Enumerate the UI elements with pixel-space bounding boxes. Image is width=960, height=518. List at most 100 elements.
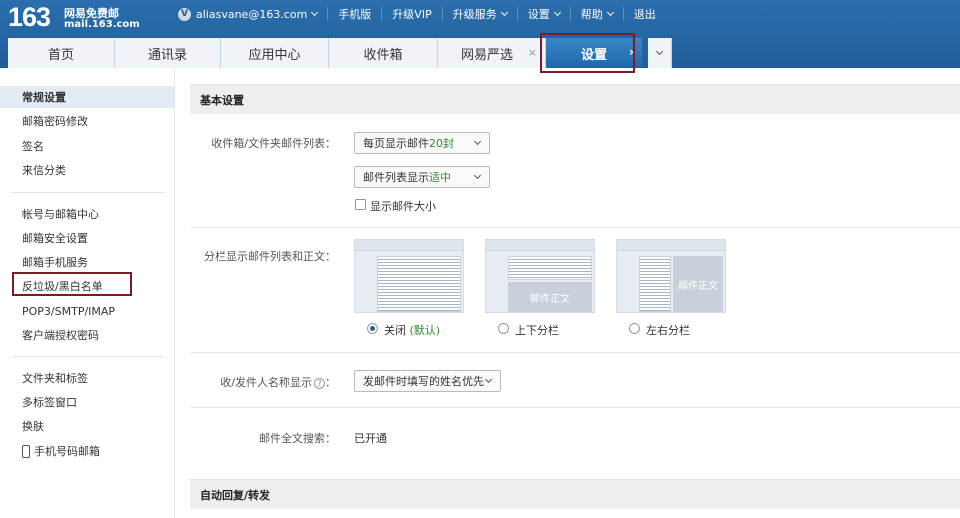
split-left-right-radio[interactable]: [629, 323, 640, 334]
thumb-mail-list: [639, 256, 671, 312]
sidebar-item-mail-filter[interactable]: 来信分类: [0, 159, 174, 181]
logo-domain: mail.163.com: [64, 19, 140, 30]
divider: [12, 192, 164, 193]
sender-name-label: 收/发件人名称显示?：: [176, 374, 336, 390]
tab-contacts[interactable]: 通讯录: [115, 38, 221, 68]
sidebar-item-account-center[interactable]: 帐号与邮箱中心: [0, 203, 174, 225]
thumb-mail-body: 邮件正文: [508, 282, 592, 312]
sidebar-item-label: 换肤: [22, 420, 44, 433]
section-basic-settings: 基本设置: [190, 84, 960, 114]
sidebar-item-password[interactable]: 邮箱密码修改: [0, 110, 174, 132]
sidebar-item-general[interactable]: 常规设置: [0, 86, 174, 108]
chevron-down-icon: [311, 8, 319, 17]
sidebar-item-skin[interactable]: 换肤: [0, 415, 174, 437]
divider: [190, 227, 960, 228]
nav-mobile-label: 手机版: [338, 8, 372, 21]
chevron-down-icon: [473, 137, 482, 146]
sidebar-item-label: 客户端授权密码: [22, 329, 99, 342]
nav-logout-label: 退出: [633, 8, 656, 21]
fulltext-search-label: 邮件全文搜索：: [259, 432, 336, 445]
split-off-text: 关闭: [384, 324, 406, 337]
tab-app-center-label: 应用中心: [248, 47, 301, 63]
sender-name-select[interactable]: 发邮件时填写的姓名优先: [354, 370, 501, 392]
nav-upgrade-vip[interactable]: 升级VIP: [381, 7, 441, 21]
layout-thumb-off[interactable]: [354, 239, 464, 313]
label-colon: ：: [325, 376, 336, 389]
fulltext-search-status: 已开通: [354, 432, 387, 445]
split-off-label: 关闭 (默认): [384, 322, 440, 338]
user-menu[interactable]: V aliasvane@163.com: [178, 7, 327, 21]
sidebar-item-security[interactable]: 邮箱安全设置: [0, 227, 174, 249]
per-page-select[interactable]: 每页显示邮件 20封: [354, 132, 490, 154]
nav-logout[interactable]: 退出: [622, 7, 666, 21]
split-left-right-label: 左右分栏: [646, 324, 690, 337]
tab-yanxuan-label: 网易严选: [461, 47, 514, 63]
thumb-mail-body: 邮件正文: [673, 256, 723, 312]
sidebar-item-client-auth-password[interactable]: 客户端授权密码: [0, 324, 174, 346]
sidebar-item-label: 帐号与邮箱中心: [22, 208, 99, 221]
sidebar-item-label: 手机号码邮箱: [34, 445, 100, 458]
tab-home-label: 首页: [47, 47, 74, 63]
sidebar-item-label: 邮箱密码修改: [22, 115, 88, 128]
sidebar-item-phone-mailbox[interactable]: 手机号码邮箱: [0, 440, 174, 462]
split-top-bottom-label: 上下分栏: [515, 324, 559, 337]
sidebar-item-mobile-service[interactable]: 邮箱手机服务: [0, 251, 174, 273]
phone-icon: [22, 444, 30, 458]
layout-thumb-left-right[interactable]: 邮件正文: [616, 239, 726, 313]
settings-main: 基本设置 收件箱/文件夹邮件列表： 每页显示邮件 20封 邮件列表显示 适中 显示邮…: [176, 68, 960, 518]
list-density-select[interactable]: 邮件列表显示 适中: [354, 166, 490, 188]
sidebar-item-label: 文件夹和标签: [22, 372, 88, 385]
sidebar-item-signature[interactable]: 签名: [0, 135, 174, 157]
chevron-down-icon: [473, 171, 482, 180]
tab-more-button[interactable]: [648, 38, 672, 68]
help-icon[interactable]: ?: [314, 377, 325, 389]
nav-mobile[interactable]: 手机版: [327, 7, 381, 21]
tab-yanxuan[interactable]: 网易严选 ×: [438, 38, 546, 68]
sidebar-item-label: POP3/SMTP/IMAP: [22, 304, 116, 318]
tab-app-center[interactable]: 应用中心: [221, 38, 329, 68]
section-title: 自动回复/转发: [200, 488, 271, 502]
list-density-value: 适中: [429, 171, 451, 184]
thumb-body-text: 邮件正文: [678, 280, 718, 292]
sidebar-item-folders-labels[interactable]: 文件夹和标签: [0, 367, 174, 389]
app-header: 163 网易免费邮 mail.163.com V aliasvane@163.c…: [0, 0, 960, 68]
sidebar-item-label: 常规设置: [22, 91, 66, 104]
section-title: 基本设置: [200, 93, 244, 107]
chevron-down-icon: [500, 8, 508, 17]
list-density-prefix: 邮件列表显示: [363, 171, 429, 184]
nav-help[interactable]: 帮助: [569, 7, 623, 21]
top-nav: V aliasvane@163.com 手机版 升级VIP 升级服务 设置 帮助…: [178, 6, 666, 22]
highlight-box: [12, 272, 132, 296]
split-off-radio[interactable]: [367, 323, 378, 334]
layout-thumb-top-bottom[interactable]: 邮件正文: [485, 239, 595, 313]
nav-upgrade-vip-label: 升级VIP: [392, 8, 432, 21]
sidebar-item-multi-tab[interactable]: 多标签窗口: [0, 391, 174, 413]
thumb-toolbar: [486, 240, 594, 251]
thumb-toolbar: [617, 240, 725, 251]
sidebar-item-label: 多标签窗口: [22, 396, 77, 409]
user-email: aliasvane@163.com: [196, 7, 308, 21]
sidebar-item-pop3-smtp-imap[interactable]: POP3/SMTP/IMAP: [0, 300, 174, 322]
nav-upgrade-service-label: 升级服务: [452, 8, 497, 21]
divider: [12, 356, 164, 357]
sidebar-item-label: 邮箱安全设置: [22, 232, 88, 245]
chevron-down-icon: [655, 47, 664, 56]
tab-inbox[interactable]: 收件箱: [329, 38, 438, 68]
show-size-checkbox[interactable]: [355, 199, 366, 210]
nav-settings[interactable]: 设置: [516, 7, 570, 21]
thumb-mail-list: [377, 256, 461, 312]
divider: [190, 407, 960, 408]
chevron-down-icon: [606, 8, 614, 17]
close-icon[interactable]: ×: [528, 46, 537, 59]
nav-upgrade-service[interactable]: 升级服务: [441, 7, 517, 21]
logo-number: 163: [8, 2, 51, 32]
nav-settings-label: 设置: [527, 8, 550, 21]
thumb-toolbar: [355, 240, 463, 251]
chevron-down-icon: [484, 375, 493, 384]
tab-home[interactable]: 首页: [8, 38, 115, 68]
split-layout-label: 分栏显示邮件列表和正文：: [204, 250, 336, 263]
nav-help-label: 帮助: [580, 8, 603, 21]
split-top-bottom-radio[interactable]: [498, 323, 509, 334]
tab-contacts-label: 通讯录: [147, 47, 187, 63]
divider: [190, 352, 960, 353]
